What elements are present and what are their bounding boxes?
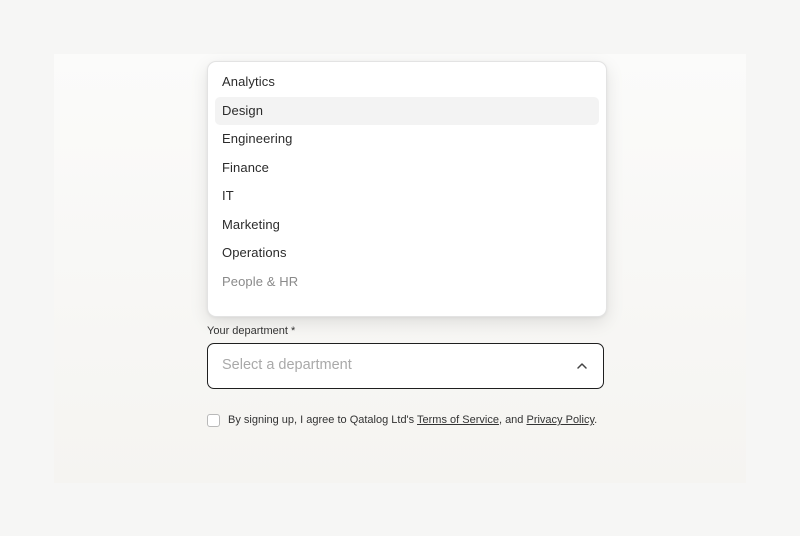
- privacy-policy-link[interactable]: Privacy Policy: [526, 414, 594, 426]
- department-label: Your department *: [207, 325, 296, 337]
- option-analytics[interactable]: Analytics: [215, 68, 599, 97]
- department-options-list: Analytics Design Engineering Finance IT …: [208, 62, 606, 296]
- consent-middle: , and: [498, 414, 527, 426]
- department-dropdown-menu: Analytics Design Engineering Finance IT …: [207, 61, 607, 317]
- department-placeholder: Select a department: [222, 357, 352, 373]
- option-engineering[interactable]: Engineering: [215, 125, 599, 154]
- consent-suffix: .: [594, 414, 598, 426]
- chevron-up-icon: [577, 363, 587, 369]
- option-design[interactable]: Design: [215, 96, 599, 125]
- consent-prefix: By signing up, I agree to Qatalog Ltd's: [228, 414, 418, 426]
- consent-checkbox[interactable]: [207, 413, 220, 427]
- option-operations[interactable]: Operations: [215, 239, 599, 268]
- option-it[interactable]: IT: [215, 182, 599, 211]
- option-people-hr[interactable]: People & HR: [215, 268, 599, 297]
- consent-row: By signing up, I agree to Qatalog Ltd's …: [207, 412, 597, 428]
- terms-of-service-link[interactable]: Terms of Service: [417, 414, 499, 426]
- consent-text: By signing up, I agree to Qatalog Ltd's …: [228, 414, 597, 426]
- option-finance[interactable]: Finance: [215, 154, 599, 183]
- option-marketing[interactable]: Marketing: [215, 211, 599, 240]
- department-select[interactable]: Select a department: [207, 343, 604, 389]
